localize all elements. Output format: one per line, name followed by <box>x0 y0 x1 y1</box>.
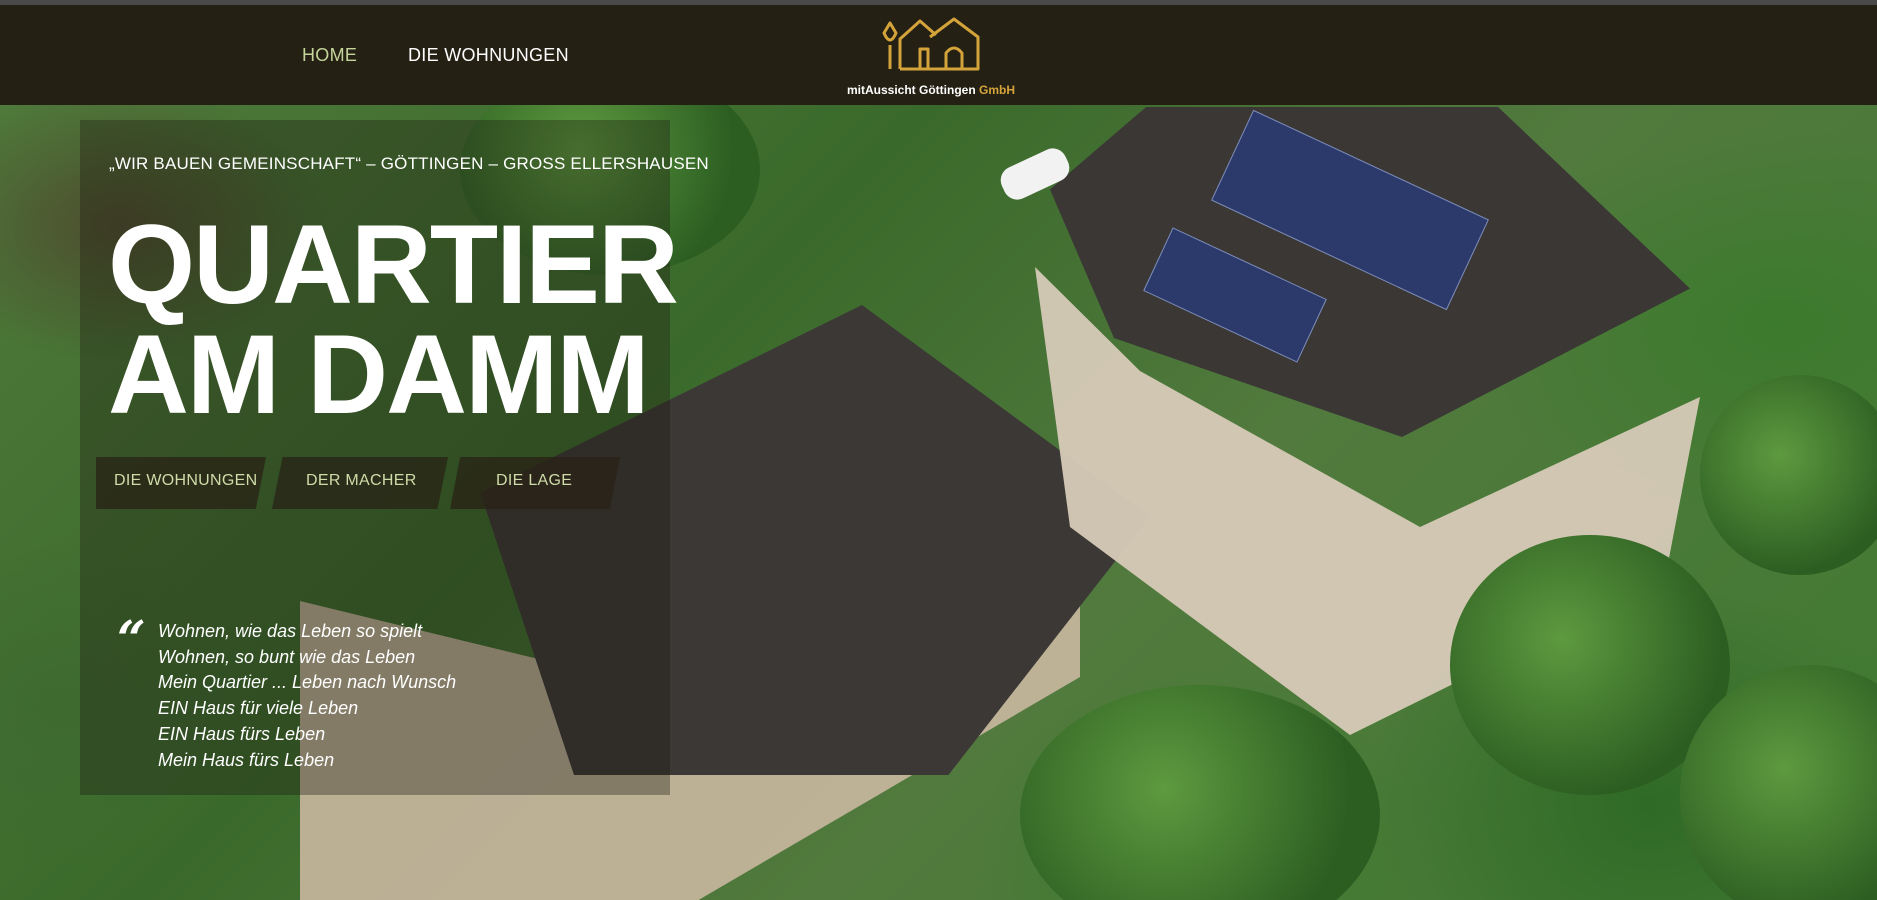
quote-mark-icon: “ <box>117 609 146 668</box>
subnav-tab-lage[interactable]: DIE LAGE <box>450 457 620 509</box>
quote-line: EIN Haus für viele Leben <box>158 698 359 719</box>
quote-line: EIN Haus fürs Leben <box>158 723 326 744</box>
site-logo[interactable]: mitAussicht Göttingen GmbH <box>838 15 1024 101</box>
page-title: QUARTIER AM DAMM <box>108 209 679 431</box>
nav-home-link[interactable]: HOME <box>302 45 357 66</box>
quote-line: Mein Quartier ... Leben nach Wunsch <box>158 672 457 693</box>
subnav-link-wohnungen[interactable]: DIE WOHNUNGEN <box>114 457 266 490</box>
site-header: HOME DIE WOHNUNGEN mitAussicht Göttingen… <box>0 5 1877 105</box>
subnav-link-lage[interactable]: DIE LAGE <box>496 457 620 490</box>
quote-line: Mein Haus fürs Leben <box>158 749 335 770</box>
quote-line: Wohnen, so bunt wie das Leben <box>158 646 416 667</box>
subnav-tab-wohnungen[interactable]: DIE WOHNUNGEN <box>96 457 266 509</box>
houses-tree-logo-icon <box>882 17 980 71</box>
title-line-2: AM DAMM <box>108 312 650 437</box>
hero-quote: Wohnen, wie das Leben so spielt Wohnen, … <box>158 619 456 773</box>
hero-tagline: „WIR BAUEN GEMEINSCHAFT“ – GÖTTINGEN – G… <box>109 154 709 173</box>
nav-wohnungen-link[interactable]: DIE WOHNUNGEN <box>408 45 569 66</box>
title-line-1: QUARTIER <box>108 202 679 327</box>
quote-line: Wohnen, wie das Leben so spielt <box>158 621 423 641</box>
subnav-link-macher[interactable]: DER MACHER <box>306 457 448 490</box>
subnav-tab-macher[interactable]: DER MACHER <box>272 457 448 509</box>
logo-wordmark: mitAussicht Göttingen GmbH <box>846 83 1015 97</box>
